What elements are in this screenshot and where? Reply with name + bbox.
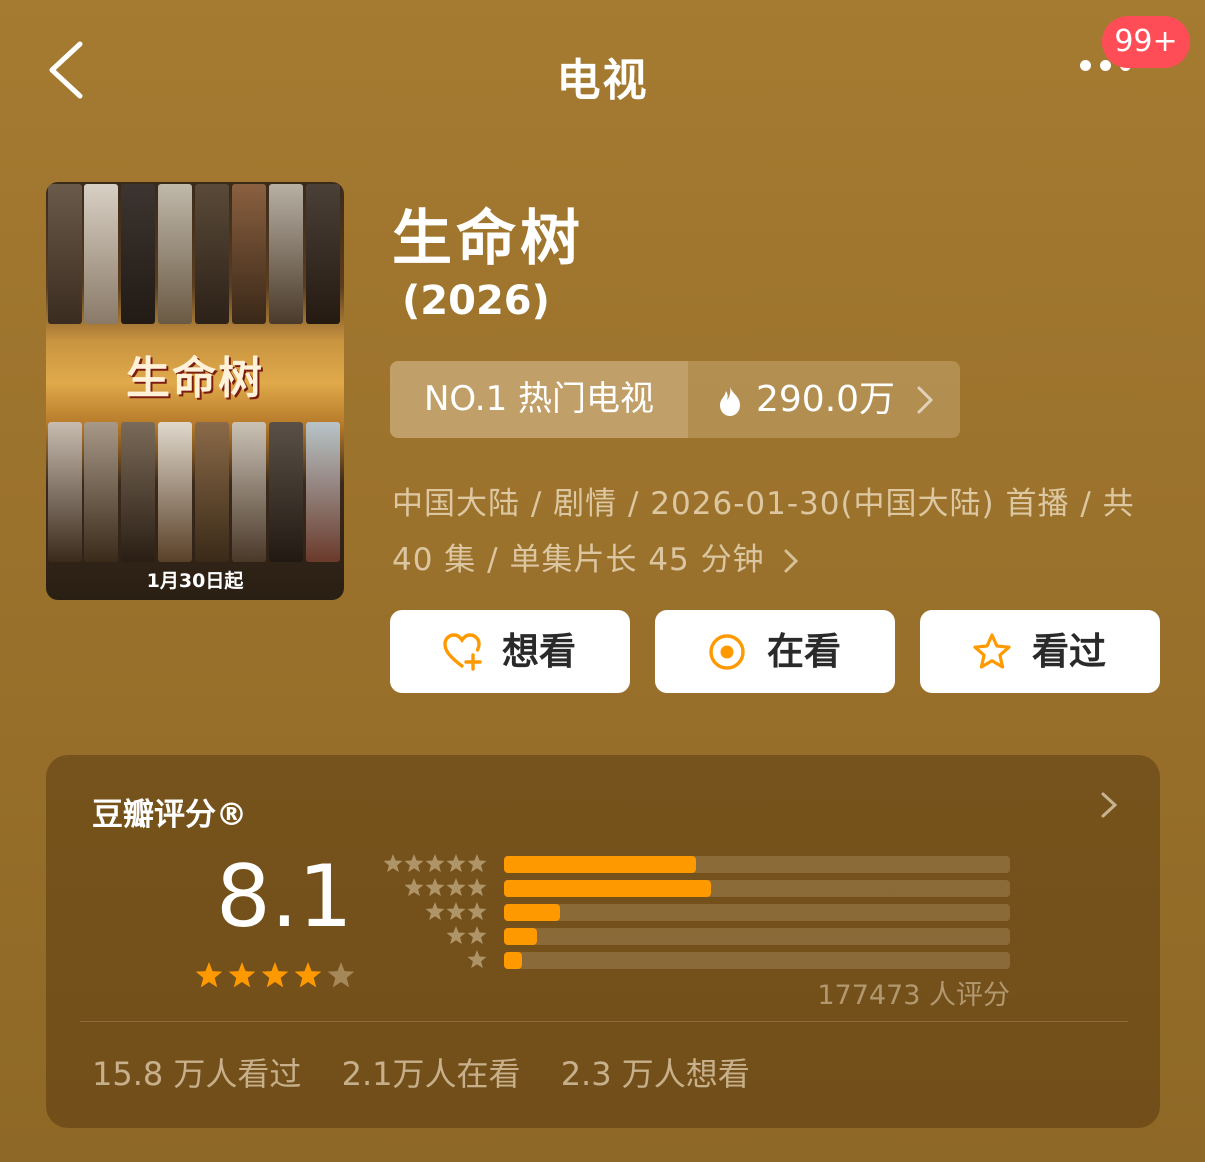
audience-stats: 15.8 万人看过 2.1万人在看 2.3 万人想看: [92, 1049, 780, 1095]
star-filled-icon: [195, 962, 223, 988]
star-icon: [467, 854, 487, 873]
chevron-right-icon: [784, 549, 799, 573]
rating-score: 8.1: [216, 847, 353, 947]
distribution-bar-fill-1: [504, 952, 522, 969]
star-icon: [467, 926, 487, 945]
star-filled-icon: [228, 962, 256, 988]
distribution-bar-fill-4: [504, 880, 711, 897]
distribution-bar-fill-5: [504, 856, 696, 873]
score-stars: [195, 962, 355, 988]
heat-value: 290.0万: [756, 379, 896, 420]
show-title: 生命树: [392, 204, 584, 274]
star-icon: [446, 878, 466, 897]
distribution-stars-5: [383, 854, 487, 873]
star-outline-icon: [973, 633, 1011, 669]
target-icon: [709, 634, 745, 670]
star-icon: [425, 878, 445, 897]
watching-label: 在看: [767, 630, 841, 673]
chevron-right-icon: [917, 386, 934, 414]
heat-section[interactable]: 290.0万: [688, 361, 960, 438]
want-to-watch-label: 想看: [502, 630, 576, 673]
star-icon: [446, 902, 466, 921]
watching-button[interactable]: 在看: [655, 610, 895, 693]
rating-count: 177473 人评分: [817, 980, 1010, 1011]
notification-badge: 99+: [1102, 16, 1190, 68]
poster-title-art: 生命树: [126, 353, 264, 404]
distribution-bar-fill-3: [504, 904, 560, 921]
star-icon: [467, 902, 487, 921]
divider: [80, 1021, 1128, 1022]
ranking-banner[interactable]: NO.1 热门电视 290.0万: [390, 361, 960, 438]
watching-count: 2.1万人在看: [341, 1055, 521, 1093]
star-icon: [467, 878, 487, 897]
distribution-bar-track-1: [504, 952, 1010, 969]
want-to-watch-button[interactable]: 想看: [390, 610, 630, 693]
star-icon: [404, 878, 424, 897]
star-icon: [446, 926, 466, 945]
page-title: 电视: [556, 55, 649, 106]
want-count: 2.3 万人想看: [560, 1055, 750, 1093]
show-year: (2026): [402, 278, 550, 324]
metadata-line-2: 40 集 / 单集片长 45 分钟: [392, 532, 1152, 588]
poster-image[interactable]: 生命树 1月30日起: [46, 182, 344, 600]
star-icon: [446, 854, 466, 873]
distribution-bar-fill-2: [504, 928, 537, 945]
star-icon: [425, 902, 445, 921]
heart-plus-icon: [443, 633, 482, 671]
watched-count: 15.8 万人看过: [92, 1055, 302, 1093]
metadata-line-1: 中国大陆 / 剧情 / 2026-01-30(中国大陆) 首播 / 共: [392, 486, 1135, 522]
rating-card[interactable]: 豆瓣评分® 8.1 177473 人评分 15.8 万人看过 2.1万人在看 2…: [46, 755, 1160, 1128]
show-metadata[interactable]: 中国大陆 / 剧情 / 2026-01-30(中国大陆) 首播 / 共 40 集…: [392, 476, 1152, 588]
star-icon: [383, 854, 403, 873]
flame-icon: [720, 386, 740, 416]
star-icon: [404, 854, 424, 873]
distribution-stars-2: [446, 926, 487, 945]
rating-card-title: 豆瓣评分®: [92, 797, 247, 833]
star-icon: [467, 950, 487, 969]
distribution-bar-track-3: [504, 904, 1010, 921]
distribution-bar-track-2: [504, 928, 1010, 945]
distribution-stars-3: [425, 902, 487, 921]
star-filled-icon: [294, 962, 322, 988]
star-icon: [425, 854, 445, 873]
chevron-right-icon[interactable]: [1100, 791, 1118, 819]
distribution-stars-4: [404, 878, 487, 897]
star-filled-icon: [261, 962, 289, 988]
watched-button[interactable]: 看过: [920, 610, 1160, 693]
distribution-bar-track-5: [504, 856, 1010, 873]
watched-label: 看过: [1032, 630, 1106, 673]
metadata-line-2-text: 40 集 / 单集片长 45 分钟: [392, 542, 765, 578]
poster-date-text: 1月30日起: [146, 570, 244, 592]
star-empty-icon: [327, 962, 355, 988]
rank-label: NO.1 热门电视: [390, 361, 688, 438]
distribution-bar-track-4: [504, 880, 1010, 897]
distribution-stars-1: [467, 950, 487, 969]
